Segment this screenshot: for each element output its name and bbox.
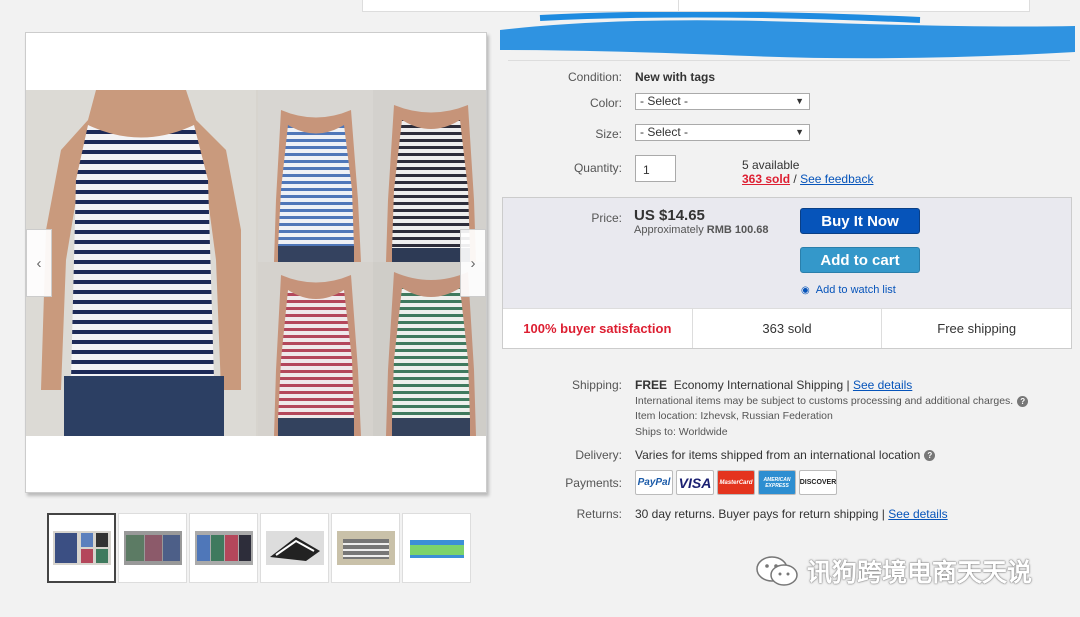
chevron-down-icon: ▼ xyxy=(795,127,804,137)
chevron-down-icon: ▼ xyxy=(795,96,804,106)
size-label: Size: xyxy=(595,127,622,141)
price-label: Price: xyxy=(591,211,622,225)
color-select[interactable]: - Select - ▼ xyxy=(635,93,810,110)
condition-label: Condition: xyxy=(567,70,622,84)
thumbnail-2[interactable] xyxy=(118,513,187,583)
eye-icon: ◉ xyxy=(801,285,810,296)
ships-to: Worldwide xyxy=(678,426,728,438)
approx-price: RMB 100.68 xyxy=(706,224,769,236)
thumbnail-4[interactable] xyxy=(260,513,329,583)
wechat-icon xyxy=(756,556,798,586)
amex-icon: AMERICAN EXPRESS xyxy=(758,470,796,495)
question-circle-icon[interactable]: ? xyxy=(924,450,936,462)
item-location: Izhevsk, Russian Federation xyxy=(700,410,833,422)
condition-value: New with tags xyxy=(635,70,716,84)
shipping-method: Economy International Shipping | xyxy=(673,378,850,392)
quantity-label: Quantity: xyxy=(573,161,622,175)
main-product-image[interactable]: ‹ › xyxy=(25,32,487,493)
shipping-label: Shipping: xyxy=(571,378,622,392)
color-label: Color: xyxy=(589,96,622,110)
size-select[interactable]: - Select - ▼ xyxy=(635,124,810,141)
chevron-left-icon[interactable]: ‹ xyxy=(26,229,52,297)
add-to-cart-button[interactable]: Add to cart xyxy=(800,247,920,273)
product-photo xyxy=(26,90,486,436)
thumbnail-5[interactable] xyxy=(331,513,400,583)
top-bar xyxy=(362,0,1030,12)
returns-label: Returns: xyxy=(576,507,622,521)
thumbnail-strip xyxy=(47,513,471,583)
delivery-label: Delivery: xyxy=(575,448,622,462)
payments-label: Payments: xyxy=(565,476,622,490)
mastercard-icon: MasterCard xyxy=(717,470,755,495)
available-count: 5 available xyxy=(742,158,800,172)
watermark-text: 讯狗跨境电商天天说 xyxy=(807,559,1033,587)
discover-icon: DISCOVER xyxy=(799,470,837,495)
quantity-input[interactable]: 1 xyxy=(635,155,676,182)
paypal-icon: PayPal xyxy=(635,470,673,495)
sold-link[interactable]: 363 sold xyxy=(742,172,790,186)
visa-icon: VISA xyxy=(676,470,714,495)
feedback-link[interactable]: See feedback xyxy=(800,172,873,186)
thumbnail-3[interactable] xyxy=(189,513,258,583)
redacted-title xyxy=(500,12,1075,59)
price-value: US $14.65 xyxy=(634,207,705,224)
customs-note: International items may be subject to cu… xyxy=(635,395,1014,407)
shipping-free: FREE xyxy=(635,378,668,392)
satisfaction-badge: 100% buyer satisfaction xyxy=(503,309,693,348)
chevron-right-icon[interactable]: › xyxy=(460,229,486,297)
shipping-details-link[interactable]: See details xyxy=(853,378,912,392)
question-circle-icon[interactable]: ? xyxy=(1017,395,1029,407)
free-shipping-badge: Free shipping xyxy=(937,321,1017,336)
sold-count: 363 sold xyxy=(693,309,883,348)
thumbnail-6[interactable] xyxy=(402,513,471,583)
buy-it-now-button[interactable]: Buy It Now xyxy=(800,208,920,234)
watch-list-link[interactable]: ◉ Add to watch list xyxy=(801,284,896,296)
watermark: 讯狗跨境电商天天说 xyxy=(755,553,1032,589)
delivery-value: Varies for items shipped from an interna… xyxy=(635,448,921,462)
returns-details-link[interactable]: See details xyxy=(888,507,947,521)
returns-value: 30 day returns. Buyer pays for return sh… xyxy=(635,507,885,521)
thumbnail-1[interactable] xyxy=(47,513,116,583)
